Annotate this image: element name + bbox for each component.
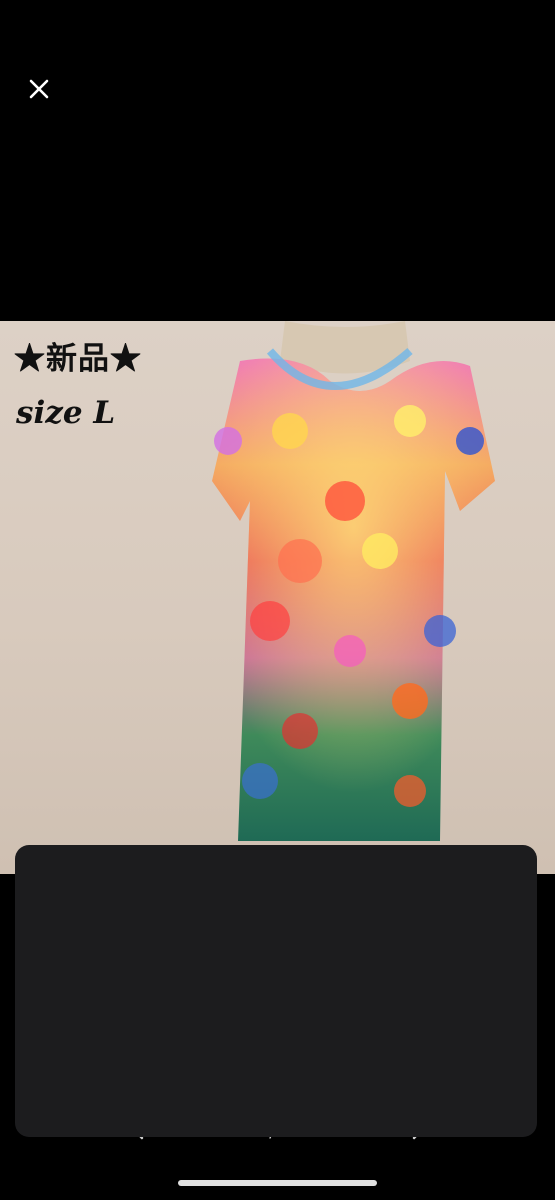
bottom-sheet-panel (15, 845, 537, 1137)
close-button[interactable] (22, 72, 56, 106)
photo-size-text: size L (16, 395, 116, 431)
photo-title-text: ★新品★ (14, 341, 142, 377)
close-icon (29, 79, 49, 99)
home-indicator[interactable] (178, 1180, 377, 1186)
